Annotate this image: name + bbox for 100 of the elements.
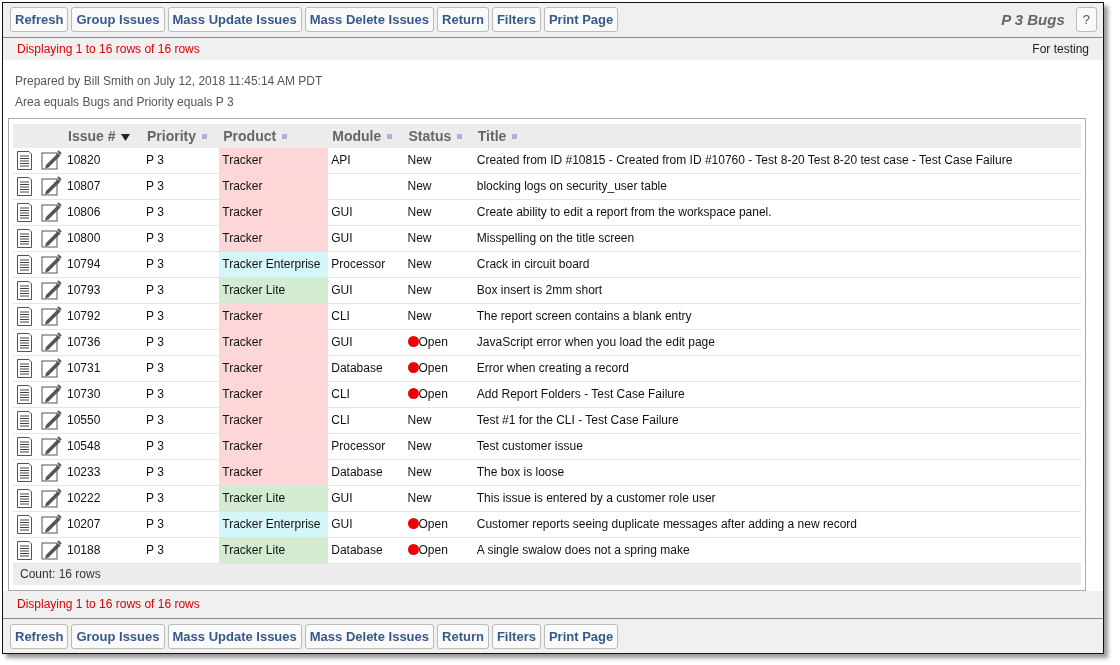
table-cell: P 3 [146, 439, 164, 454]
table-cell: 10806 [67, 205, 101, 220]
toolbar-button[interactable]: Mass Update Issues [167, 7, 302, 33]
edit-icon[interactable] [41, 202, 62, 223]
table-cell: Created from ID #10815 - Created from ID #10760 - Test 8-20 Test 8-20 test case - Test Case Failure [476, 153, 1013, 168]
document-icon[interactable] [16, 202, 33, 222]
document-icon[interactable] [16, 228, 33, 248]
toolbar-button[interactable]: Return [437, 623, 489, 649]
product-cell: Tracker Lite [219, 537, 329, 564]
report-title: P 3 Bugs [1001, 11, 1065, 29]
document-icon[interactable] [16, 410, 33, 430]
table-cell: 10736 [67, 335, 101, 350]
edit-icon[interactable] [41, 150, 62, 171]
toolbar-button[interactable]: Mass Update Issues [167, 623, 302, 649]
table-cell: 10807 [67, 179, 101, 194]
document-icon[interactable] [16, 514, 33, 534]
edit-icon[interactable] [41, 176, 62, 197]
product-cell: Tracker [219, 303, 329, 330]
edit-icon[interactable] [41, 540, 62, 561]
table-cell: The report screen contains a blank entry [476, 309, 692, 324]
table-cell: P 3 [146, 309, 164, 324]
edit-icon[interactable] [41, 254, 62, 275]
table-cell: Add Report Folders - Test Case Failure [476, 387, 685, 402]
document-icon[interactable] [16, 358, 33, 378]
table-cell: P 3 [146, 413, 164, 428]
edit-icon[interactable] [41, 280, 62, 301]
document-icon[interactable] [16, 150, 33, 170]
document-icon[interactable] [16, 540, 33, 560]
table-cell: Processor [331, 439, 386, 454]
toolbar-button[interactable]: Filters [491, 623, 541, 649]
table-cell: 10207 [67, 517, 101, 532]
edit-icon[interactable] [41, 410, 62, 431]
edit-icon[interactable] [41, 332, 62, 353]
column-header[interactable]: Product [219, 123, 329, 148]
edit-icon[interactable] [41, 436, 62, 457]
table-cell: New [407, 231, 432, 246]
column-header[interactable]: Title [473, 123, 1081, 148]
edit-icon[interactable] [41, 488, 62, 509]
column-header[interactable]: Issue # [64, 123, 143, 148]
document-icon[interactable] [16, 462, 33, 482]
table-cell: Open [418, 517, 448, 532]
document-icon[interactable] [16, 176, 33, 196]
column-header[interactable]: Status [404, 123, 474, 148]
toolbar-button[interactable]: Refresh [10, 7, 69, 33]
help-button[interactable]: ? [1075, 7, 1097, 33]
toolbar-button[interactable]: Return [437, 7, 489, 33]
table-cell: 10548 [67, 439, 101, 454]
document-icon[interactable] [16, 332, 33, 352]
table-cell: P 3 [146, 257, 164, 272]
table-cell: P 3 [146, 361, 164, 376]
table-cell: New [407, 257, 432, 272]
toolbar-button[interactable]: Refresh [10, 623, 69, 649]
table-cell: GUI [331, 335, 353, 350]
table-cell: P 3 [146, 335, 164, 350]
table-cell: Database [331, 361, 383, 376]
toolbar-button[interactable]: Group Issues [71, 623, 165, 649]
table-cell: P 3 [146, 517, 164, 532]
document-icon[interactable] [16, 254, 33, 274]
table-cell: New [407, 413, 432, 428]
table-cell: P 3 [146, 465, 164, 480]
table-cell: 10800 [67, 231, 101, 246]
column-header[interactable]: Priority [143, 123, 220, 148]
toolbar-button[interactable]: Group Issues [71, 7, 165, 33]
toolbar-button[interactable]: Mass Delete Issues [304, 7, 434, 33]
table-cell: P 3 [146, 543, 164, 558]
filter-criteria: Area equals Bugs and Priority equals P 3 [15, 93, 235, 111]
edit-icon[interactable] [41, 462, 62, 483]
document-icon[interactable] [16, 306, 33, 326]
edit-icon[interactable] [41, 384, 62, 405]
product-cell: Tracker [219, 355, 329, 382]
table-cell: 10233 [67, 465, 101, 480]
document-icon[interactable] [16, 488, 33, 508]
product-cell: Tracker [219, 407, 329, 434]
table-cell: New [407, 439, 432, 454]
document-icon[interactable] [16, 436, 33, 456]
table-cell: 10222 [67, 491, 101, 506]
table-cell: 10820 [67, 153, 101, 168]
table-cell: New [407, 205, 432, 220]
table-cell: The box is loose [476, 465, 565, 480]
product-cell: Tracker [219, 329, 329, 356]
document-icon[interactable] [16, 384, 33, 404]
column-header[interactable]: Module [328, 123, 405, 148]
edit-icon[interactable] [41, 514, 62, 535]
product-cell: Tracker Lite [219, 277, 329, 304]
edit-icon[interactable] [41, 306, 62, 327]
toolbar-button[interactable]: Print Page [543, 7, 619, 33]
edit-icon[interactable] [41, 228, 62, 249]
toolbar-button[interactable]: Print Page [543, 623, 619, 649]
table-cell: A single swalow does not a spring make [476, 543, 690, 558]
document-icon[interactable] [16, 280, 33, 300]
table-cell: API [331, 153, 351, 168]
table-cell: Open [418, 543, 448, 558]
edit-icon[interactable] [41, 358, 62, 379]
toolbar-button[interactable]: Filters [491, 7, 541, 33]
table-cell: Box insert is 2mm short [476, 283, 603, 298]
table-cell: CLI [331, 309, 350, 324]
table-cell: Create ability to edit a report from the workspace panel. [476, 205, 772, 220]
table-cell: CLI [331, 413, 350, 428]
toolbar-button[interactable]: Mass Delete Issues [304, 623, 434, 649]
table-cell: New [407, 283, 432, 298]
